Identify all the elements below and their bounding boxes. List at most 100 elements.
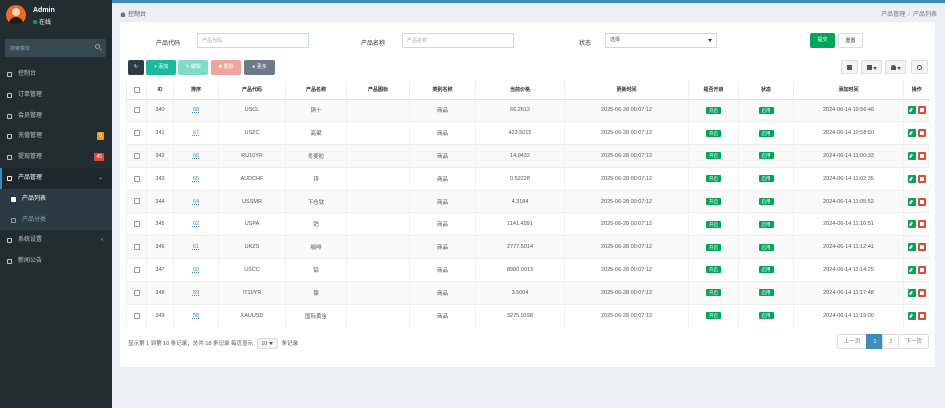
- edit-row-icon[interactable]: [907, 311, 916, 320]
- column-header[interactable]: 产品名称: [285, 81, 347, 100]
- column-header[interactable]: 产品图标: [346, 81, 410, 100]
- status-badge[interactable]: 启用: [758, 198, 774, 206]
- edit-row-icon[interactable]: [907, 106, 916, 115]
- column-header[interactable]: ID: [146, 81, 174, 100]
- status-badge[interactable]: 启用: [758, 289, 774, 297]
- status-badge[interactable]: 启用: [758, 106, 774, 114]
- sidebar-item[interactable]: 控制台: [0, 64, 112, 85]
- row-checkbox[interactable]: [126, 121, 147, 145]
- row-checkbox[interactable]: [126, 235, 147, 259]
- sidebar-item[interactable]: 产品列表: [0, 188, 112, 210]
- enabled-badge[interactable]: 开启: [706, 106, 721, 114]
- column-header[interactable]: 更新时间: [564, 81, 689, 100]
- sort-order-value[interactable]: 59: [193, 290, 199, 296]
- status-badge[interactable]: 启用: [758, 312, 774, 320]
- page-2-button[interactable]: 2: [882, 334, 900, 349]
- code-filter-input[interactable]: [197, 33, 309, 48]
- edit-row-icon[interactable]: [907, 174, 916, 183]
- add-button[interactable]: + 添加: [146, 60, 176, 75]
- sort-order-value[interactable]: 68: [193, 107, 199, 113]
- column-header[interactable]: 是否开启: [688, 81, 739, 100]
- sort-order-value[interactable]: 62: [193, 221, 199, 227]
- enabled-badge[interactable]: 开启: [706, 198, 721, 206]
- search-icon[interactable]: [95, 44, 100, 49]
- row-checkbox[interactable]: [126, 189, 147, 213]
- delete-row-icon[interactable]: [917, 243, 926, 252]
- row-checkbox[interactable]: [126, 144, 147, 168]
- enabled-badge[interactable]: 开启: [706, 152, 721, 160]
- column-header[interactable]: 当前价格: [475, 81, 565, 100]
- edit-row-icon[interactable]: [907, 265, 916, 274]
- row-checkbox[interactable]: [126, 98, 147, 122]
- enabled-badge[interactable]: 开启: [706, 220, 721, 228]
- sidebar-item[interactable]: 充值管理 0: [0, 126, 112, 147]
- enabled-badge[interactable]: 开启: [706, 243, 721, 251]
- breadcrumb-home[interactable]: 控制台: [120, 9, 146, 18]
- table-view-toggle[interactable]: [841, 60, 858, 74]
- select-all-checkbox[interactable]: [126, 81, 147, 100]
- sort-order-value[interactable]: 66: [193, 153, 199, 159]
- next-page-button[interactable]: 下一页: [898, 334, 929, 349]
- column-toggle[interactable]: [861, 60, 882, 74]
- delete-row-icon[interactable]: [917, 288, 926, 297]
- column-header[interactable]: 产品代码: [218, 81, 286, 100]
- edit-row-icon[interactable]: [907, 197, 916, 206]
- column-header[interactable]: 添加时间: [793, 81, 904, 100]
- status-badge[interactable]: 启用: [758, 220, 774, 228]
- sort-order-value[interactable]: 67: [193, 130, 199, 136]
- sort-order-value[interactable]: 61: [193, 244, 199, 250]
- sidebar-item[interactable]: 系统设置 ‹: [0, 230, 112, 251]
- advanced-search-button[interactable]: [911, 60, 928, 74]
- edit-row-icon[interactable]: [907, 129, 916, 138]
- sort-order-value[interactable]: 65: [193, 176, 199, 182]
- row-checkbox[interactable]: [126, 280, 147, 305]
- enabled-badge[interactable]: 开启: [706, 312, 721, 320]
- column-header[interactable]: 类别名称: [409, 81, 476, 100]
- submit-button[interactable]: 提交: [810, 33, 835, 48]
- sort-order-value[interactable]: 60: [193, 267, 199, 273]
- status-badge[interactable]: 启用: [758, 266, 774, 274]
- sort-order-value[interactable]: 58: [193, 313, 199, 319]
- column-header[interactable]: 状态: [738, 81, 794, 100]
- row-checkbox[interactable]: [126, 258, 147, 282]
- edit-row-icon[interactable]: [907, 220, 916, 229]
- status-badge[interactable]: 启用: [758, 129, 774, 137]
- prev-page-button[interactable]: 上一页: [836, 334, 868, 349]
- enabled-badge[interactable]: 开启: [706, 175, 721, 183]
- column-header[interactable]: 排序: [173, 81, 219, 100]
- row-checkbox[interactable]: [126, 212, 147, 236]
- sidebar-item[interactable]: 新闻公告: [0, 251, 112, 272]
- enabled-badge[interactable]: 开启: [706, 129, 721, 137]
- sidebar-item[interactable]: 提现管理 45: [0, 147, 112, 168]
- page-1-button[interactable]: 1: [866, 334, 884, 349]
- sidebar-item[interactable]: 会员管理: [0, 106, 112, 127]
- edit-row-icon[interactable]: [907, 151, 916, 160]
- delete-button[interactable]: ✖ 删除: [211, 60, 241, 75]
- edit-row-icon[interactable]: [907, 243, 916, 252]
- status-badge[interactable]: 启用: [758, 243, 774, 251]
- edit-row-icon[interactable]: [907, 288, 916, 297]
- delete-row-icon[interactable]: [917, 197, 926, 206]
- delete-row-icon[interactable]: [917, 151, 926, 160]
- reset-button[interactable]: 重置: [838, 33, 863, 48]
- refresh-button[interactable]: ↻: [128, 60, 144, 75]
- enabled-badge[interactable]: 开启: [706, 289, 721, 297]
- sidebar-item[interactable]: 产品分类: [0, 209, 112, 231]
- row-checkbox[interactable]: [126, 303, 147, 327]
- breadcrumb-parent[interactable]: 产品管理: [881, 12, 905, 18]
- sidebar-item[interactable]: 产品管理 ⌄: [0, 167, 112, 189]
- export-toggle[interactable]: [885, 60, 906, 74]
- delete-row-icon[interactable]: [917, 106, 926, 115]
- delete-row-icon[interactable]: [917, 311, 926, 320]
- delete-row-icon[interactable]: [917, 220, 926, 229]
- edit-button[interactable]: ✎ 编辑: [178, 60, 208, 75]
- name-filter-input[interactable]: [402, 33, 514, 48]
- more-button[interactable]: ● 更多: [244, 60, 275, 75]
- status-select[interactable]: 选择: [605, 33, 717, 48]
- sort-order-value[interactable]: 64: [193, 199, 199, 205]
- sidebar-item[interactable]: 订单管理: [0, 85, 112, 106]
- delete-row-icon[interactable]: [917, 129, 926, 138]
- page-size-select[interactable]: 10: [256, 338, 279, 349]
- row-checkbox[interactable]: [126, 166, 147, 191]
- enabled-badge[interactable]: 开启: [706, 266, 721, 274]
